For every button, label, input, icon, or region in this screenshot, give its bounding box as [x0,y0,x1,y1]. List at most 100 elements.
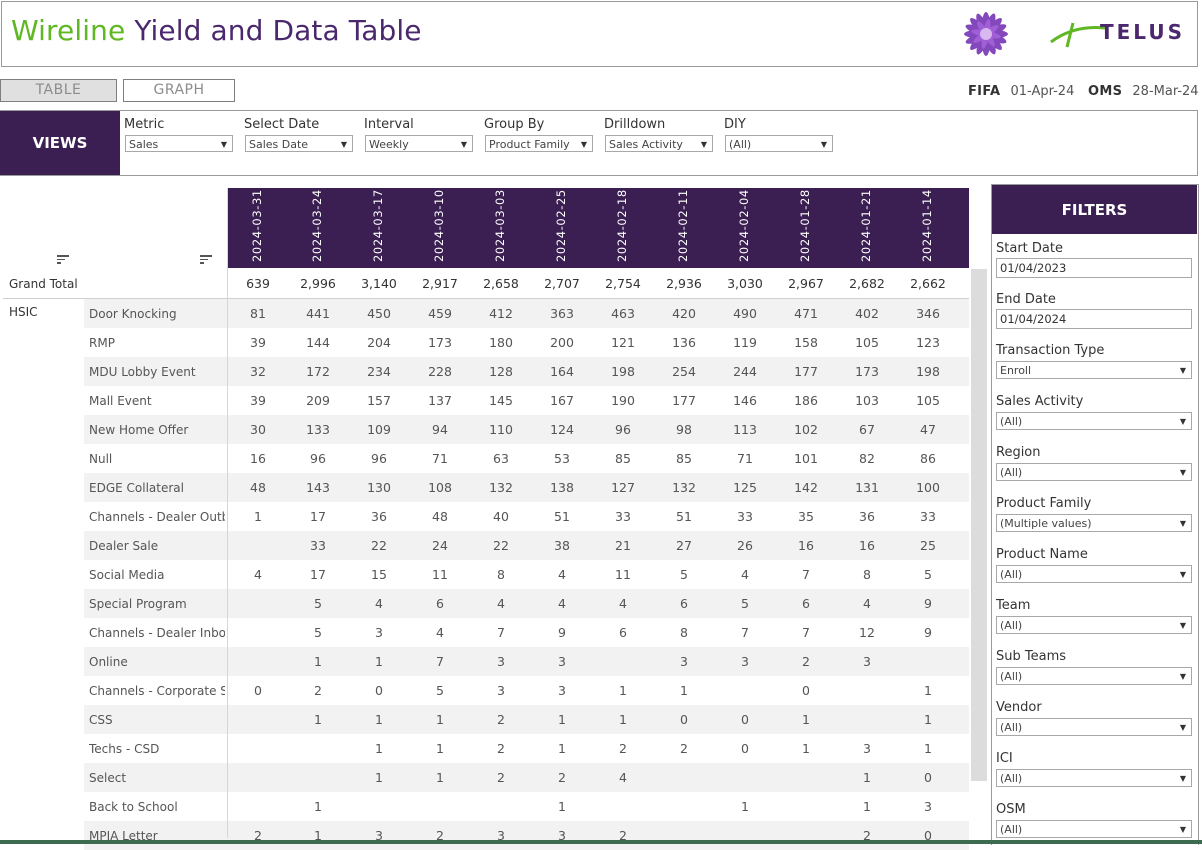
row-label: Channels - Corporate S.. [89,684,225,698]
row-label: New Home Offer [89,423,189,437]
row-label: Channels - Dealer Inbo.. [89,626,225,640]
filter-label: Sub Teams [996,649,1067,664]
filter-dropdown[interactable]: (All) ▼ [996,565,1192,583]
date-column-header[interactable]: 2024-01-14 [920,189,934,262]
table-cell: 3 [924,799,932,814]
date-column-header[interactable]: 2024-01-28 [798,189,812,262]
date-column-header[interactable]: 2024-02-18 [615,189,629,262]
table-cell: 190 [611,393,635,408]
filter-value: (All) [1000,721,1023,734]
table-cell: 4 [558,567,566,582]
table-cell: 3 [375,625,383,640]
sort-icon[interactable] [57,255,69,265]
date-column-header[interactable]: 2024-03-24 [310,189,324,262]
table-cell: 2 [558,770,566,785]
table-cell: 8 [863,567,871,582]
table-cell: 228 [428,364,452,379]
row-label: Mall Event [89,394,152,408]
table-scrollbar[interactable] [971,269,987,781]
row-label: Techs - CSD [89,742,160,756]
param-label: DIY [724,117,746,132]
table-cell: 1 [558,799,566,814]
filter-label: Transaction Type [996,343,1105,358]
table-cell: 4 [863,596,871,611]
filter-dropdown[interactable]: Enroll ▼ [996,361,1192,379]
param-value: Sales [129,138,159,151]
row-label: Back to School [89,800,178,814]
table-cell: 15 [371,567,387,582]
table-cell: 1 [619,683,627,698]
filter-label: Product Family [996,496,1092,511]
filter-value: (All) [1000,772,1023,785]
date-column-header[interactable]: 2024-03-31 [250,189,264,262]
table-cell: 4 [375,596,383,611]
table-cell: 459 [428,306,452,321]
chevron-down-icon: ▼ [1179,366,1186,375]
table-cell: 1 [314,654,322,669]
table-cell: 1 [924,683,932,698]
date-column-header[interactable]: 2024-03-10 [432,189,446,262]
table-cell: 94 [432,422,448,437]
filter-dropdown[interactable]: (All) ▼ [996,667,1192,685]
date-column-header[interactable]: 2024-03-03 [493,189,507,262]
filter-dropdown[interactable]: (All) ▼ [996,820,1192,838]
filter-dropdown[interactable]: (Multiple values) ▼ [996,514,1192,532]
table-cell: 105 [916,393,940,408]
table-cell: 5 [741,596,749,611]
table-cell: 12 [859,625,875,640]
date-column-header[interactable]: 2024-02-04 [737,189,751,262]
tab-graph[interactable]: GRAPH [123,79,235,102]
table-cell: 3 [863,741,871,756]
table-cell: 244 [733,364,757,379]
table-cell: 133 [306,422,330,437]
table-cell: 125 [733,480,757,495]
date-column-header[interactable]: 2024-03-17 [371,189,385,262]
filter-dropdown[interactable]: (All) ▼ [996,718,1192,736]
date-column-header[interactable]: 2024-01-21 [859,189,873,262]
param-dropdown[interactable]: (All) ▼ [725,135,833,152]
param-dropdown[interactable]: Sales Activity ▼ [605,135,713,152]
telus-logo: TELUS [1100,20,1185,44]
table-cell: 127 [611,480,635,495]
table-cell: 158 [794,335,818,350]
table-cell: 3 [497,654,505,669]
filter-dropdown[interactable]: (All) ▼ [996,412,1192,430]
table-cell: 82 [859,451,875,466]
filter-value: (All) [1000,619,1023,632]
group-label: HSIC [9,305,38,319]
date-column-header[interactable]: 2024-02-11 [676,189,690,262]
table-cell: 4 [741,567,749,582]
filter-dropdown[interactable]: (All) ▼ [996,616,1192,634]
param-dropdown[interactable]: Sales Date ▼ [245,135,353,152]
filter-dropdown[interactable]: (All) ▼ [996,769,1192,787]
sort-icon[interactable] [200,255,212,265]
filter-dropdown[interactable]: (All) ▼ [996,463,1192,481]
grand-total-cell: 2,996 [300,276,336,291]
table-cell: 7 [436,654,444,669]
param-label: Select Date [244,117,320,132]
filter-label: ICI [996,751,1013,766]
start-date-label: Start Date [996,241,1063,256]
table-cell: 109 [367,422,391,437]
param-dropdown[interactable]: Weekly ▼ [365,135,473,152]
table-cell: 1 [802,712,810,727]
table-cell: 11 [615,567,631,582]
end-date-input[interactable]: 01/04/2024 [996,309,1192,329]
table-cell: 1 [436,741,444,756]
table-cell: 7 [741,625,749,640]
param-dropdown[interactable]: Sales ▼ [125,135,233,152]
tab-table[interactable]: TABLE [0,79,117,102]
table-cell: 204 [367,335,391,350]
date-column-header[interactable]: 2024-02-25 [554,189,568,262]
table-cell: 254 [672,364,696,379]
filter-label: Product Name [996,547,1088,562]
table-cell: 39 [250,393,266,408]
row-label: Select [89,771,127,785]
table-cell: 402 [855,306,879,321]
end-date-label: End Date [996,292,1056,307]
table-cell: 3 [863,654,871,669]
table-cell: 180 [489,335,513,350]
param-dropdown[interactable]: Product Family ▼ [485,135,593,152]
start-date-input[interactable]: 01/04/2023 [996,258,1192,278]
chevron-down-icon: ▼ [1179,825,1186,834]
